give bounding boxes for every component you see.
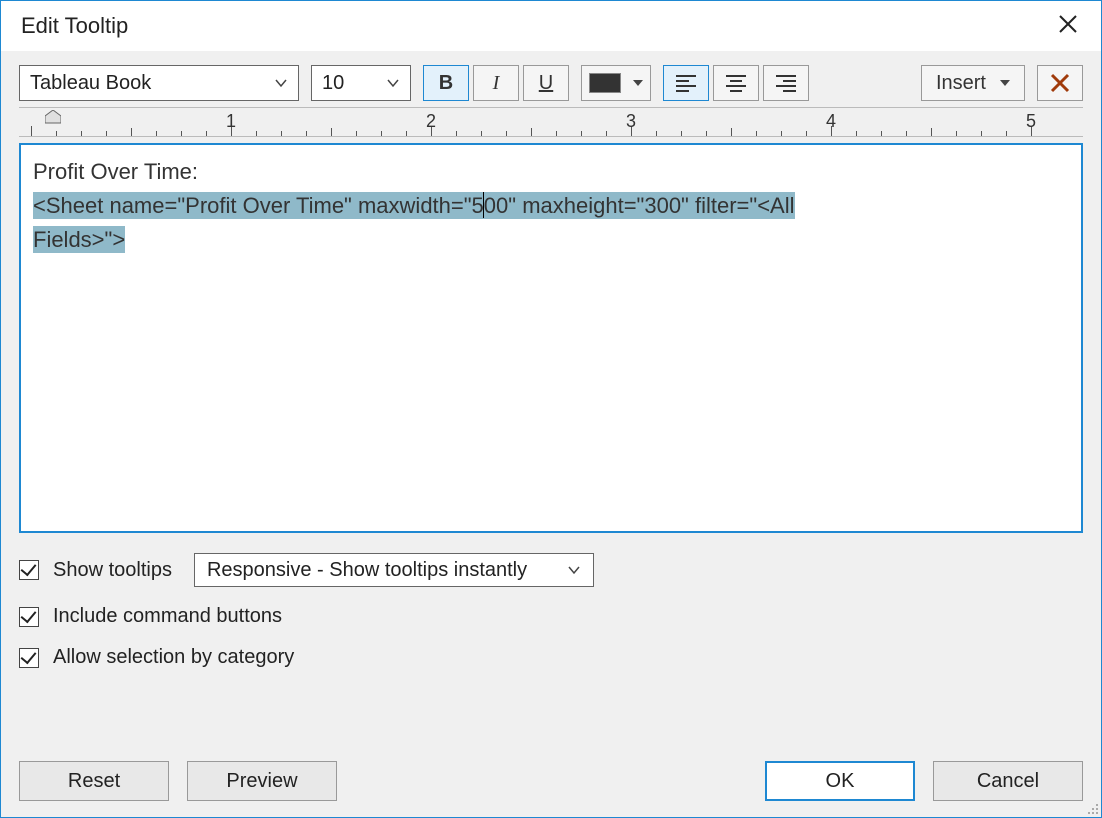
- font-family-select[interactable]: Tableau Book: [19, 65, 299, 101]
- font-color-button[interactable]: [581, 65, 651, 101]
- preview-button[interactable]: Preview: [187, 761, 337, 801]
- ruler-label: 4: [826, 111, 836, 132]
- allow-selection-label: Allow selection by category: [53, 646, 294, 669]
- include-command-buttons-checkbox[interactable]: [19, 607, 39, 627]
- caret-down-icon: [1000, 80, 1010, 86]
- edit-tooltip-dialog: Edit Tooltip Tableau Book 10 B: [0, 0, 1102, 818]
- tooltip-editor[interactable]: Profit Over Time: <Sheet name="Profit Ov…: [19, 143, 1083, 533]
- clear-button[interactable]: [1037, 65, 1083, 101]
- italic-button[interactable]: I: [473, 65, 519, 101]
- alignment-group: [663, 65, 809, 101]
- editor-line: <Sheet name="Profit Over Time" maxwidth=…: [33, 189, 1069, 223]
- editor-line: Fields>">: [33, 223, 1069, 257]
- font-family-value: Tableau Book: [30, 72, 151, 95]
- close-icon: [1057, 13, 1079, 35]
- underline-label: U: [539, 72, 553, 95]
- tooltip-behavior-select[interactable]: Responsive - Show tooltips instantly: [194, 553, 594, 587]
- italic-label: I: [493, 72, 500, 95]
- tooltip-behavior-value: Responsive - Show tooltips instantly: [207, 559, 527, 582]
- cancel-button[interactable]: Cancel: [933, 761, 1083, 801]
- caret-down-icon: [633, 80, 643, 86]
- align-center-icon: [725, 74, 747, 92]
- include-command-buttons-row: Include command buttons: [19, 605, 1083, 628]
- ruler-label: 1: [226, 111, 236, 132]
- align-center-button[interactable]: [713, 65, 759, 101]
- close-button[interactable]: [1051, 11, 1085, 41]
- chevron-down-icon: [386, 76, 400, 90]
- dialog-content: Tableau Book 10 B I U: [1, 51, 1101, 817]
- tooltip-options: Show tooltips Responsive - Show tooltips…: [19, 553, 1083, 669]
- delete-x-icon: [1050, 73, 1070, 93]
- show-tooltips-label: Show tooltips: [53, 559, 172, 582]
- ruler-label: 5: [1026, 111, 1036, 132]
- align-left-icon: [675, 74, 697, 92]
- chevron-down-icon: [274, 76, 288, 90]
- bold-label: B: [439, 72, 453, 95]
- ruler-ticks: 1 2 3 4 5: [19, 108, 1083, 136]
- show-tooltips-checkbox[interactable]: [19, 560, 39, 580]
- reset-button[interactable]: Reset: [19, 761, 169, 801]
- allow-selection-checkbox[interactable]: [19, 648, 39, 668]
- insert-button[interactable]: Insert: [921, 65, 1025, 101]
- indent-marker-icon[interactable]: [45, 110, 61, 129]
- color-swatch-icon: [589, 73, 621, 93]
- dialog-title: Edit Tooltip: [21, 13, 128, 39]
- align-right-icon: [775, 74, 797, 92]
- ok-button[interactable]: OK: [765, 761, 915, 801]
- font-size-select[interactable]: 10: [311, 65, 411, 101]
- formatting-toolbar: Tableau Book 10 B I U: [19, 65, 1083, 101]
- font-size-value: 10: [322, 72, 344, 95]
- editor-line: Profit Over Time:: [33, 155, 1069, 189]
- resize-grip-icon[interactable]: [1084, 800, 1100, 816]
- ruler[interactable]: 1 2 3 4 5: [19, 107, 1083, 137]
- text-caret: [483, 192, 484, 218]
- titlebar: Edit Tooltip: [1, 1, 1101, 51]
- allow-selection-row: Allow selection by category: [19, 646, 1083, 669]
- style-group: B I U: [423, 65, 569, 101]
- align-right-button[interactable]: [763, 65, 809, 101]
- ruler-label: 3: [626, 111, 636, 132]
- bold-button[interactable]: B: [423, 65, 469, 101]
- align-left-button[interactable]: [663, 65, 709, 101]
- insert-label: Insert: [936, 72, 986, 95]
- ruler-label: 2: [426, 111, 436, 132]
- include-command-buttons-label: Include command buttons: [53, 605, 282, 628]
- underline-button[interactable]: U: [523, 65, 569, 101]
- chevron-down-icon: [567, 563, 581, 577]
- show-tooltips-row: Show tooltips Responsive - Show tooltips…: [19, 553, 1083, 587]
- dialog-footer: Reset Preview OK Cancel: [19, 761, 1083, 801]
